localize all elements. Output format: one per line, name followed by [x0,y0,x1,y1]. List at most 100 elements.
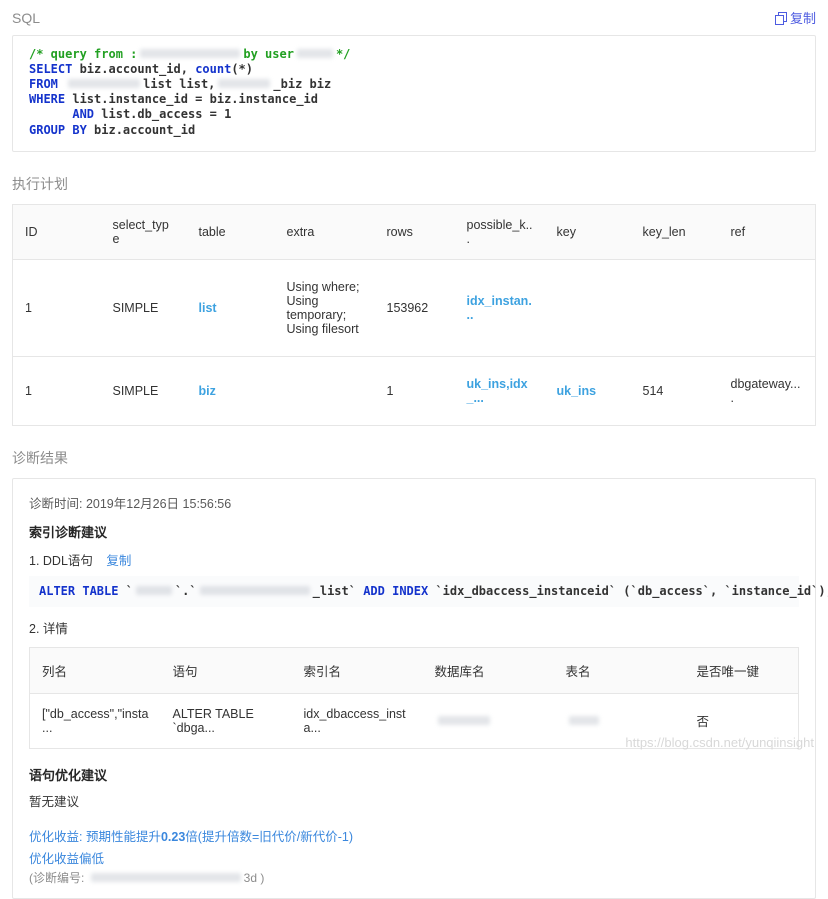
ddl-label: 1. DDL语句 [29,553,93,568]
code-token: list list, [143,77,216,92]
execution-plan-table: ID select_type table extra rows possible_k...… [12,203,816,426]
column-header: 语句 [160,647,292,694]
table-cell: dbgateway.... [730,376,801,405]
column-header: 是否唯一键 [684,647,799,694]
code-token: FROM [29,77,58,92]
table-link[interactable]: biz [199,384,216,398]
redacted-text [68,79,141,89]
benefit-low-line: 优化收益偏低 [29,851,105,866]
benefit-value: 0.23 [160,829,186,844]
table-cell: uk_ins [545,356,631,425]
benefit-suffix: 倍(提升倍数=旧代价/新代价-1) [185,829,354,844]
code-line: GROUP BY biz.account_id [29,123,799,138]
table-link[interactable]: idx_instan... [467,294,532,322]
code-line: ALTER TABLE ` `.` _list` ADD INDEX `idx_db… [39,583,828,599]
code-token: ADD INDEX [363,583,429,598]
column-header: 列名 [29,647,161,694]
code-token: _list` [312,583,364,598]
ddl-code-block: ALTER TABLE ` `.` _list` ADD INDEX `idx_db… [29,575,828,607]
ddl-row: 1. DDL语句 复制 [29,550,799,569]
stmt-advice-title: 语句优化建议 [29,767,108,783]
code-token: SELECT [29,62,73,77]
stmt-advice-body: 暂无建议 [29,794,80,809]
code-token: by user [243,47,294,61]
column-header: possible_k... [454,204,545,260]
sql-code-block: /* query from : by user */SELECT biz.accou… [12,35,816,152]
table-cell: 1 [12,259,101,357]
diagnosis-number-line: (诊断编号: 3d ) [29,869,799,886]
code-token: list.db_access = 1 [94,107,232,122]
code-token: ALTER TABLE [39,583,119,598]
detail-label: 2. 详情 [29,621,68,636]
table-cell: idx_dbaccess_insta... [303,706,406,735]
code-token: `idx_dbaccess_instanceid` (`db_access`, … [428,583,828,598]
table-link[interactable]: list [199,301,217,315]
sql-section-header: SQL 复制 [12,8,816,27]
code-token: ` [118,583,133,598]
column-header: extra [274,204,375,260]
benefit-prefix: 优化收益: 预期性能提升 [29,829,161,844]
table-cell [630,259,719,357]
column-header: 数据库名 [422,647,554,694]
code-token: WHERE [29,92,66,107]
table-link[interactable]: uk_ins,idx_... [467,377,528,405]
code-token: _biz biz [273,77,332,92]
diagnosis-number-prefix: (诊断编号: [29,870,88,885]
column-header: 索引名 [291,647,423,694]
code-line: SELECT biz.account_id, count(*) [29,62,799,77]
header-row: 列名 语句 索引名 数据库名 表名 是否唯一键 [29,647,799,694]
ddl-copy-button[interactable]: 复制 [106,554,131,568]
table-link[interactable]: uk_ins [557,384,597,398]
plan-section-title: 执行计划 [12,175,68,192]
table-cell: biz [187,356,275,425]
table-cell: 514 [642,383,664,398]
column-header: select_type [100,204,187,260]
table-cell [275,356,375,425]
table-cell [423,693,554,748]
copy-icon [774,11,787,25]
diagnosis-panel: 诊断时间: 2019年12月26日 15:56:56 索引诊断建议 1. DDL… [12,477,828,899]
diagnosis-number-suffix: 3d ) [243,870,265,885]
code-line: WHERE list.instance_id = biz.instance_id [29,92,799,107]
code-line: FROM list list, _biz biz [29,77,799,92]
diagnosis-time: 诊断时间: 2019年12月26日 15:56:56 [29,496,232,511]
detail-table: 列名 语句 索引名 数据库名 表名 是否唯一键 ["db_access","insta...… [29,646,799,749]
watermark: https://blog.csdn.net/yunqiinsight [625,735,814,750]
redacted-text [218,79,271,89]
redacted-text [568,715,599,725]
table-cell: Using where; Using temporary; Using file… [274,259,375,357]
redacted-text [140,49,241,58]
table-cell: SIMPLE [112,383,159,398]
code-token: */ [335,47,351,61]
table-cell: SIMPLE [100,259,187,357]
table-cell [544,259,631,357]
table-cell [718,259,816,357]
page: SQL 复制 /* query from : by user */SELECT bi… [12,8,828,899]
redacted-text [135,585,172,595]
code-token: GROUP BY [29,122,87,137]
code-token: /* query from : [29,47,138,61]
redacted-text [199,585,310,595]
table-cell: ALTER TABLE `dbga... [172,706,254,735]
column-header: 表名 [553,647,685,694]
table-cell: uk_ins,idx_... [455,356,545,425]
table-row: 1 SIMPLE biz 1 uk_ins,idx_... uk_ins 514 dbgate… [13,356,816,425]
column-header: key_len [630,204,719,260]
code-line: AND list.db_access = 1 [29,107,799,122]
code-token: list.instance_id = biz.instance_id [65,92,318,107]
index-advice-title: 索引诊断建议 [29,524,108,540]
column-header: table [186,204,275,260]
benefit-line: 优化收益: 预期性能提升0.23倍(提升倍数=旧代价/新代价-1) [29,826,799,845]
header-row: ID select_type table extra rows possible_k...… [12,204,816,260]
column-header: ref [718,204,816,260]
redacted-text [437,715,490,725]
code-token: biz.account_id [86,122,196,137]
sql-copy-button[interactable]: 复制 [774,8,816,27]
code-token: AND [72,107,95,122]
column-header: ID [12,204,101,260]
code-token: count [195,62,232,77]
code-line: /* query from : by user */ [29,47,799,62]
table-cell: idx_instan... [454,259,545,357]
